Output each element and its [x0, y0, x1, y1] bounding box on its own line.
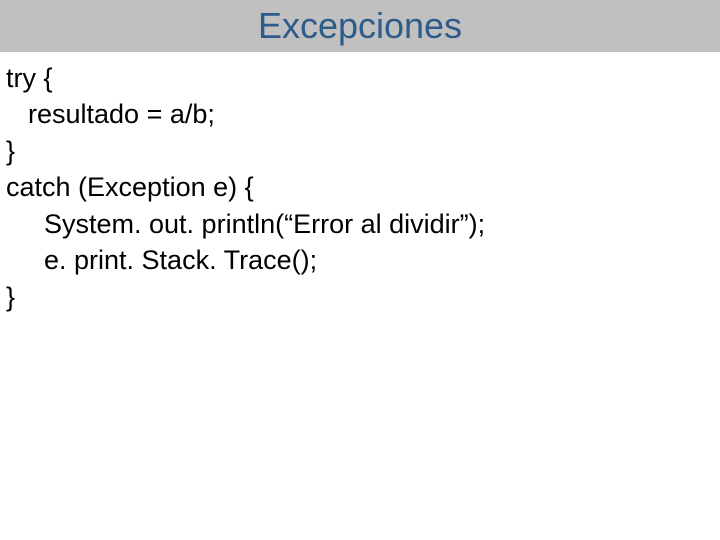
code-content: try { resultado = a/b; } catch (Exceptio…: [0, 52, 720, 323]
code-line: }: [6, 133, 714, 169]
code-line: resultado = a/b;: [6, 96, 714, 132]
code-line: }: [6, 279, 714, 315]
code-line: try {: [6, 60, 714, 96]
slide-title: Excepciones: [258, 5, 462, 47]
code-line: catch (Exception e) {: [6, 169, 714, 205]
slide-header: Excepciones: [0, 0, 720, 52]
code-line: e. print. Stack. Trace();: [6, 242, 714, 278]
code-line: System. out. println(“Error al dividir”)…: [6, 206, 714, 242]
